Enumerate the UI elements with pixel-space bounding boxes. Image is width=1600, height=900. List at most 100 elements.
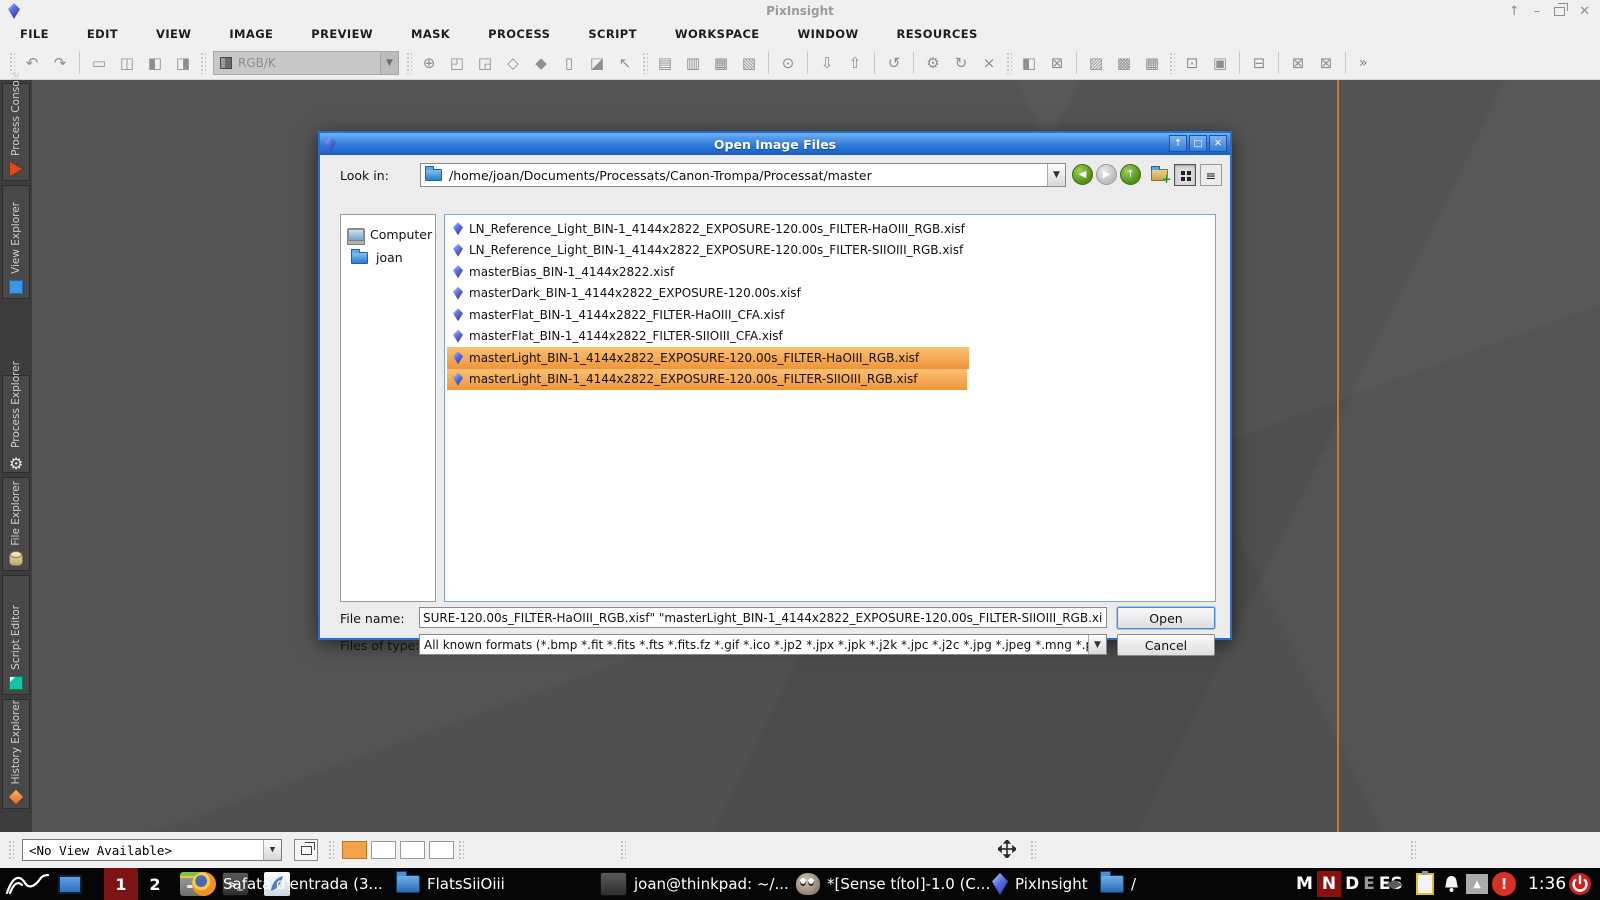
close-all-images-icon[interactable]: ⊠ [1312,51,1340,75]
dialog-shade-icon[interactable]: ↑ [1169,135,1187,152]
taskbar-window-button[interactable]: FlatsSiiOiii [396,868,505,900]
power-button-icon[interactable] [1568,868,1592,900]
edit-identifier-icon[interactable]: ▭ [85,51,113,75]
forward-button[interactable]: ▶ [1096,164,1117,185]
new-folder-button[interactable] [1148,164,1170,186]
menu-item[interactable]: IMAGE [229,27,297,41]
show-mask-icon[interactable]: ◧ [1015,51,1043,75]
reload-icon[interactable]: ↻ [947,51,975,75]
dialog-maximize-icon[interactable]: □ [1189,135,1207,152]
workspace-button[interactable]: 2 [138,868,172,900]
cursor-icon[interactable]: ↖ [611,51,639,75]
workspace-button[interactable]: 1 [104,868,138,900]
taskbar-window-button[interactable]: *[Sense títol]-1.0 (C... [796,868,990,900]
dialog-titlebar[interactable]: Open Image Files ↑ □ ✕ [320,133,1230,155]
zoom-shrink-icon[interactable]: ◲ [471,51,499,75]
close-window-icon[interactable]: ✕ [1579,4,1590,19]
parent-directory-button[interactable]: ↑ [1120,164,1141,185]
center-view-icon[interactable]: ⊕ [415,51,443,75]
detail-view-button[interactable]: ≡ [1200,164,1222,186]
process-settings-icon[interactable]: ⚙ [919,51,947,75]
remove-mask-icon[interactable]: ⊠ [1043,51,1071,75]
dock-tab[interactable]: File Explorer [2,477,30,571]
output-icon[interactable]: ⇧ [841,51,869,75]
undo-history-icon[interactable]: ↺ [880,51,908,75]
workspace-swatch[interactable] [429,841,454,859]
undo-icon[interactable]: ↶ [18,51,46,75]
volume-tray-icon[interactable]: ▲ [1466,868,1488,900]
file-row[interactable]: masterBias_BIN-1_4144x2822.xisf [447,261,724,283]
file-row[interactable]: LN_Reference_Light_BIN-1_4144x2822_EXPOS… [447,218,1015,240]
view-selector-combo[interactable]: <No View Available> ▼ [22,839,282,861]
shade-window-icon[interactable]: ↑ [1509,4,1520,19]
file-row[interactable]: masterDark_BIN-1_4144x2822_EXPOSURE-120.… [447,283,851,305]
view-mode-button[interactable] [294,839,318,861]
workspace-swatch[interactable] [342,841,367,859]
add-instance-icon[interactable]: ▦ [707,51,735,75]
updates-alert-icon[interactable]: ! [1492,868,1516,900]
taskbar-window-button[interactable]: joan@thinkpad: ~/... [600,868,789,900]
pan-mode-icon[interactable]: ◇ [499,51,527,75]
zoom-to-fit-icon[interactable]: ◰ [443,51,471,75]
taskbar-window-button[interactable]: PixInsight [992,868,1088,900]
menu-item[interactable]: WORKSPACE [675,27,784,41]
append-instance-icon[interactable]: ▧ [735,51,763,75]
screen-24bit-icon[interactable]: ▣ [1206,51,1234,75]
minimize-window-icon[interactable]: – [1534,4,1541,19]
new-instance-icon[interactable]: ▤ [651,51,679,75]
clipboard-tray-icon[interactable] [1416,868,1434,900]
open-button[interactable]: Open [1117,607,1215,629]
menu-item[interactable]: MASK [411,27,474,41]
new-view-icon[interactable]: ◫ [113,51,141,75]
tray-letter-indicator[interactable]: D [1345,874,1359,894]
dock-window-icon[interactable]: ⊟ [1245,51,1273,75]
place-item[interactable]: Computer [341,223,435,246]
tray-letter-indicator[interactable]: N [1317,871,1341,897]
navigate-mode-icon[interactable]: ◆ [527,51,555,75]
cancel-button[interactable]: Cancel [1117,634,1215,656]
edit-instance-icon[interactable]: ▥ [679,51,707,75]
enable-mask-icon[interactable]: ▩ [1110,51,1138,75]
notification-bell-icon[interactable] [1442,868,1461,900]
taskbar-window-button[interactable]: Safata d'entrada (3... [192,868,383,900]
dialog-close-icon[interactable]: ✕ [1209,135,1227,152]
page-select-icon[interactable]: ◪ [583,51,611,75]
tray-letter-indicator[interactable]: E [1363,874,1375,894]
close-image-icon[interactable]: ⊠ [1284,51,1312,75]
workspace-swatch[interactable] [371,841,396,859]
menu-item[interactable]: WINDOW [798,27,883,41]
back-button[interactable]: ◀ [1072,164,1093,185]
channel-selector-combo[interactable]: RGB/K ▼ [213,51,399,75]
menu-item[interactable]: FILE [20,27,73,41]
taskbar-window-button[interactable]: / [1100,868,1136,900]
file-row[interactable]: masterFlat_BIN-1_4144x2822_FILTER-SIIOII… [447,326,833,348]
restore-window-icon[interactable] [1554,7,1565,16]
menu-item[interactable]: PREVIEW [311,27,397,41]
file-name-input[interactable] [419,607,1107,628]
menu-item[interactable]: VIEW [156,27,215,41]
browse-icon[interactable]: ⊙ [774,51,802,75]
icon-view-button[interactable] [1174,164,1196,186]
redo-icon[interactable]: ↷ [46,51,74,75]
close-process-icon[interactable]: × [975,51,1003,75]
dock-tab[interactable]: Process Console [2,83,30,181]
chevron-down-icon[interactable]: ▼ [1047,164,1065,186]
file-row[interactable]: LN_Reference_Light_BIN-1_4144x2822_EXPOS… [447,240,1013,262]
window-manager-menu-icon[interactable] [4,868,50,900]
workspace-swatch[interactable] [400,841,425,859]
menu-item[interactable]: PROCESS [488,27,574,41]
dock-tab[interactable]: View Explorer [2,185,30,299]
preview-mask-icon[interactable]: ▦ [1138,51,1166,75]
fill-left-icon[interactable]: ◧ [141,51,169,75]
file-row[interactable]: masterLight_BIN-1_4144x2822_EXPOSURE-120… [447,369,967,391]
dock-tab[interactable]: Process Explorer [2,375,30,473]
fill-right-icon[interactable]: ◨ [169,51,197,75]
page-icon[interactable]: ▯ [555,51,583,75]
edit-mask-icon[interactable]: ▨ [1082,51,1110,75]
file-row[interactable]: masterFlat_BIN-1_4144x2822_FILTER-HaOIII… [447,304,834,326]
input-icon[interactable]: ⇩ [813,51,841,75]
dock-tab[interactable]: History Explorer [2,699,30,809]
menu-item[interactable]: EDIT [87,27,142,41]
show-desktop-icon[interactable] [58,868,82,900]
screen-transfer-icon[interactable]: ⊡ [1178,51,1206,75]
